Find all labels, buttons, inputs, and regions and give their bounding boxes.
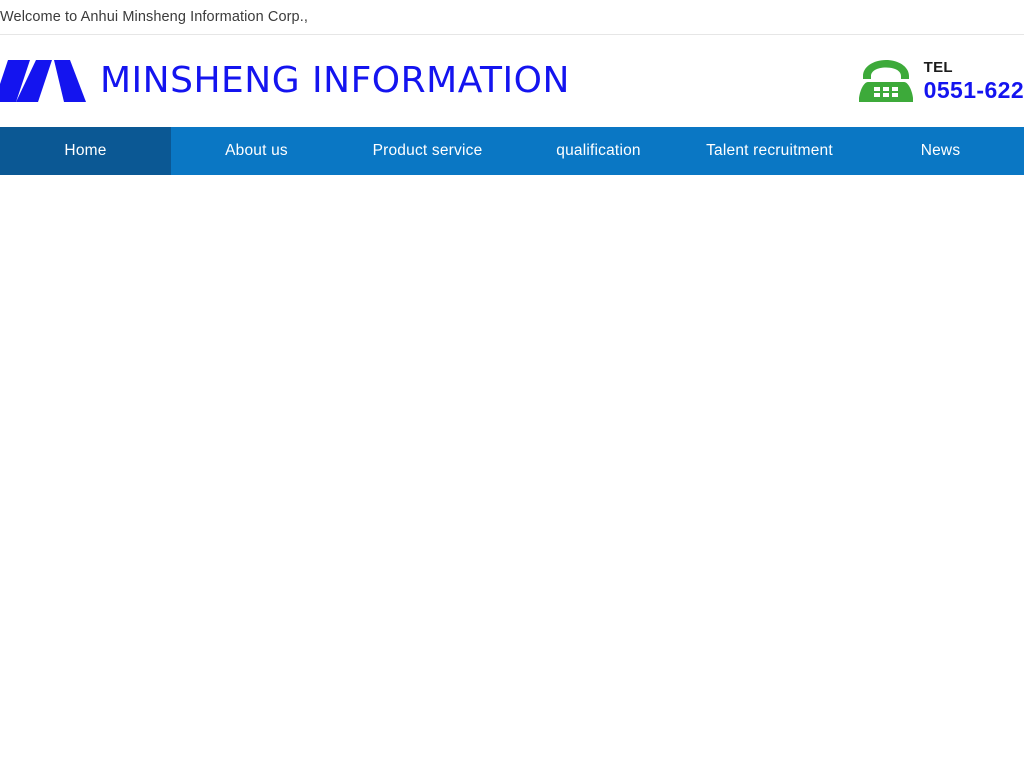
- brand-logo[interactable]: MINSHENG INFORMATION: [0, 60, 570, 102]
- nav-item-home[interactable]: Home: [0, 127, 171, 175]
- nav-item-label: qualification: [556, 142, 641, 159]
- site-header: MINSHENG INFORMATION TEL 0551-622: [0, 35, 1024, 127]
- nav-item-about-us[interactable]: About us: [171, 127, 342, 175]
- nav-item-talent-recruitment[interactable]: Talent recruitment: [684, 127, 855, 175]
- nav-item-qualification[interactable]: qualification: [513, 127, 684, 175]
- minsheng-logo-mark-icon: [0, 60, 86, 102]
- telephone-icon: [858, 58, 914, 104]
- telephone-block: TEL 0551-62222222: [858, 58, 1024, 104]
- nav-item-label: News: [920, 142, 961, 159]
- welcome-message: Welcome to Anhui Minsheng Information Co…: [0, 8, 308, 25]
- nav-item-label: Product service: [372, 142, 483, 159]
- telephone-number: 0551-62222222: [923, 76, 1024, 103]
- top-welcome-bar: Welcome to Anhui Minsheng Information Co…: [0, 0, 1024, 35]
- nav-item-label: About us: [225, 142, 288, 159]
- main-navigation: Home About us Product service qualificat…: [0, 127, 1024, 175]
- nav-item-product-service[interactable]: Product service: [342, 127, 513, 175]
- nav-item-news[interactable]: News: [855, 127, 1024, 175]
- brand-name: MINSHENG INFORMATION: [100, 60, 570, 101]
- telephone-texts: TEL 0551-62222222: [924, 60, 1024, 102]
- nav-item-label: Talent recruitment: [706, 142, 833, 159]
- page-root: Welcome to Anhui Minsheng Information Co…: [0, 0, 1024, 768]
- telephone-label: TEL: [923, 59, 953, 77]
- nav-item-label: Home: [64, 142, 107, 159]
- main-content-area: [0, 175, 1024, 768]
